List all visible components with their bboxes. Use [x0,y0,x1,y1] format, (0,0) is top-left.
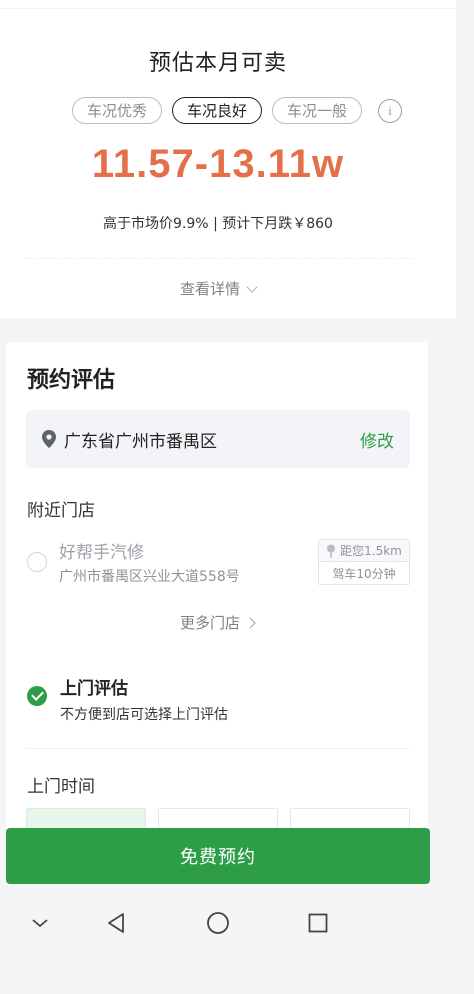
store-radio-button[interactable] [27,552,47,572]
price-range: 11.57-13.11w [91,142,345,186]
condition-excellent-pill[interactable]: 车况优秀 [72,97,163,124]
condition-fair-pill[interactable]: 车况一般 [272,97,363,124]
info-icon[interactable]: i [378,98,403,123]
divider [24,258,412,259]
store-name[interactable]: 好帮手汽修 [59,538,144,563]
chevron-down-icon[interactable] [25,908,55,938]
recents-square-icon[interactable] [303,908,333,938]
distance-pin-icon [327,544,336,558]
store-distance-box: 距您1.5km 驾车10分钟 [318,539,410,585]
location-text: 广东省广州市番禺区 [64,431,217,452]
home-visit-subtitle: 不方便到店可选择上门评估 [60,707,228,723]
store-drive-time: 驾车10分钟 [332,566,396,581]
view-details-link[interactable]: 查看详情 [0,278,436,299]
free-booking-button[interactable]: 免费预约 [6,828,430,884]
view-details-label: 查看详情 [179,280,240,298]
system-nav-bar [0,890,456,954]
store-distance: 距您1.5km [340,544,402,558]
location-box: 广东省广州市番禺区 修改 [26,410,410,468]
price-note: 高于市场价9.9% | 预计下月跌￥860 [103,216,333,232]
booking-card: 预约评估 广东省广州市番禺区 修改 附近门店 好帮手汽修 广州市番禺区兴业大道5… [6,342,428,832]
nearby-stores-label: 附近门店 [27,501,95,521]
location-pin-icon [42,430,56,448]
top-divider [0,8,456,14]
home-circle-icon[interactable] [203,908,233,938]
chevron-right-icon [244,616,256,629]
store-address: 广州市番禺区兴业大道558号 [59,569,240,585]
estimate-card: 预估本月可卖 车况优秀 车况良好 车况一般 i 11.57-13.11w 高于市… [0,0,456,318]
visit-time-label: 上门时间 [27,777,95,797]
divider [26,748,410,749]
chevron-down-icon [246,280,258,293]
back-triangle-icon[interactable] [101,908,131,938]
edit-location-button[interactable]: 修改 [360,427,394,452]
condition-selector: 车况优秀 车况良好 车况一般 i [72,97,403,124]
booking-title: 预约评估 [27,368,116,393]
home-visit-title[interactable]: 上门评估 [60,674,128,699]
estimate-title: 预估本月可卖 [148,51,287,76]
more-stores-link[interactable]: 更多门店 [6,612,428,633]
more-stores-label: 更多门店 [179,614,240,632]
checkmark-icon[interactable] [27,686,47,706]
condition-good-pill[interactable]: 车况良好 [172,97,263,124]
